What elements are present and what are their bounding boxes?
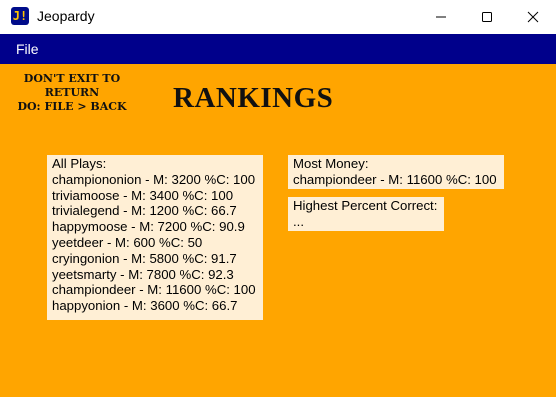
minimize-icon	[436, 16, 446, 18]
highest-percent-header: Highest Percent Correct:	[293, 198, 438, 213]
title-bar[interactable]: J! Jeopardy	[0, 0, 556, 34]
maximize-icon	[482, 12, 492, 22]
highest-percent-value: ...	[293, 213, 304, 229]
all-plays-panel: All Plays: championonion - M: 3200 %C: 1…	[47, 155, 263, 320]
minimize-button[interactable]	[418, 0, 464, 34]
close-icon	[527, 11, 539, 23]
dont-exit-notice: DON'T EXIT TO RETURN DO: FILE > BACK	[17, 72, 127, 113]
list-item: triviamoose - M: 3400 %C: 100	[52, 187, 234, 203]
most-money-value: championdeer - M: 11600 %C: 100	[293, 171, 497, 187]
jeopardy-window: J! Jeopardy File DON'T EXIT TO RETURN DO…	[0, 0, 556, 397]
list-item: championonion - M: 3200 %C: 100	[52, 171, 256, 187]
list-item: yeetsmarty - M: 7800 %C: 92.3	[52, 266, 234, 282]
jeopardy-app-icon: J!	[11, 7, 29, 25]
most-money-panel: Most Money: championdeer - M: 11600 %C: …	[288, 155, 504, 189]
list-item: cryingonion - M: 5800 %C: 91.7	[52, 250, 237, 266]
menu-bar: File	[0, 34, 556, 64]
list-item: yeetdeer - M: 600 %C: 50	[52, 234, 203, 250]
list-item: championdeer - M: 11600 %C: 100	[52, 282, 256, 298]
all-plays-header: All Plays:	[52, 156, 107, 171]
maximize-button[interactable]	[464, 0, 510, 34]
page-title: RANKINGS	[173, 82, 334, 114]
list-item: trivialegend - M: 1200 %C: 66.7	[52, 203, 237, 219]
list-item: happyonion - M: 3600 %C: 66.7	[52, 298, 238, 314]
window-title: Jeopardy	[37, 8, 95, 24]
list-item: happymoose - M: 7200 %C: 90.9	[52, 219, 245, 235]
close-button[interactable]	[510, 0, 556, 34]
most-money-header: Most Money:	[293, 156, 369, 171]
highest-percent-panel: Highest Percent Correct: ...	[288, 197, 444, 231]
menu-file[interactable]: File	[16, 41, 39, 57]
